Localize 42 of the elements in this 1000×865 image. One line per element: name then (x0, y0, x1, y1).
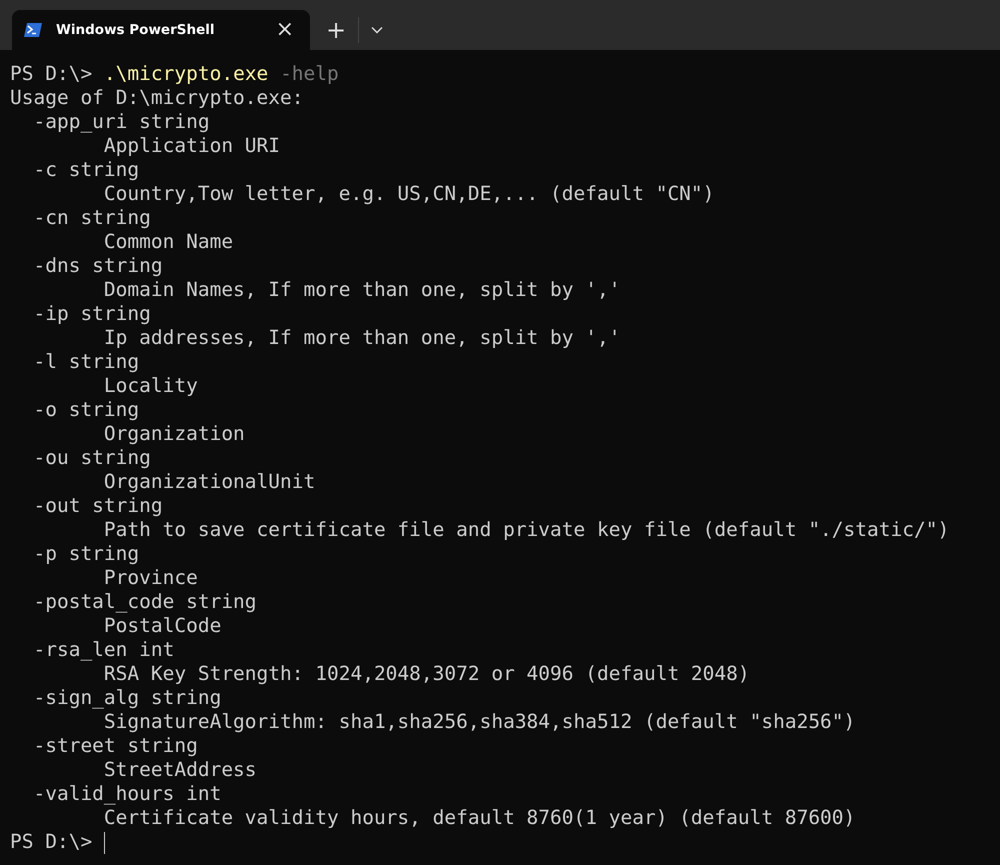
output-line: Common Name (102, 230, 234, 253)
output-line: -dns string (32, 254, 163, 277)
output-line: -ip string (32, 302, 151, 325)
output-line: Path to save certificate file and private key file (default "./static/") (102, 518, 950, 541)
output-line: Province (102, 566, 198, 589)
tab-title: Windows PowerShell (56, 22, 216, 38)
output-line: -c string (32, 158, 140, 181)
close-button[interactable]: × (270, 19, 300, 41)
output-line: -valid_hours int (32, 782, 222, 805)
output-line: -postal_code string (32, 590, 257, 613)
prompt: PS D:\> (10, 62, 92, 85)
output-line: Ip addresses, If more than one, split by ',' (102, 326, 620, 349)
terminal-tab[interactable]: Windows PowerShell × (12, 10, 310, 50)
text-cursor (104, 832, 105, 854)
output-line: -app_uri string (32, 110, 210, 133)
chevron-down-icon (371, 26, 383, 34)
output-line: PostalCode (102, 614, 222, 637)
output-line: RSA Key Strength: 1024,2048,3072 or 4096 (default 2048) (102, 662, 750, 685)
output-line: -rsa_len int (32, 638, 174, 661)
output-line: OrganizationalUnit (102, 470, 316, 493)
output-line: SignatureAlgorithm: sha1,sha256,sha384,sha512 (default "sha256") (102, 710, 856, 733)
output-line: Certificate validity hours, default 8760(1 year) (default 87600) (102, 806, 856, 829)
output-line: -street string (32, 734, 198, 757)
output-line: -o string (32, 398, 140, 421)
command-argument: -help (280, 62, 339, 85)
output-line: Organization (102, 422, 245, 445)
output-line: -out string (32, 494, 163, 517)
output-line: -sign_alg string (32, 686, 222, 709)
output-line: Usage of D:\micrypto.exe: (10, 86, 304, 109)
output-line: -ou string (32, 446, 151, 469)
output-line: -cn string (32, 206, 151, 229)
output-line: Domain Names, If more than one, split by ',' (102, 278, 620, 301)
output-line: Country,Tow letter, e.g. US,CN,DE,... (default "CN") (102, 182, 714, 205)
output-line: StreetAddress (102, 758, 257, 781)
output-line: -p string (32, 542, 140, 565)
output-line: Application URI (102, 134, 280, 157)
output-line: -l string (32, 350, 140, 373)
command: .\micrypto.exe (104, 62, 268, 85)
powershell-icon (24, 22, 42, 38)
output-line: Locality (102, 374, 198, 397)
prompt: PS D:\> (10, 830, 92, 853)
new-tab-button[interactable]: + (314, 10, 358, 50)
